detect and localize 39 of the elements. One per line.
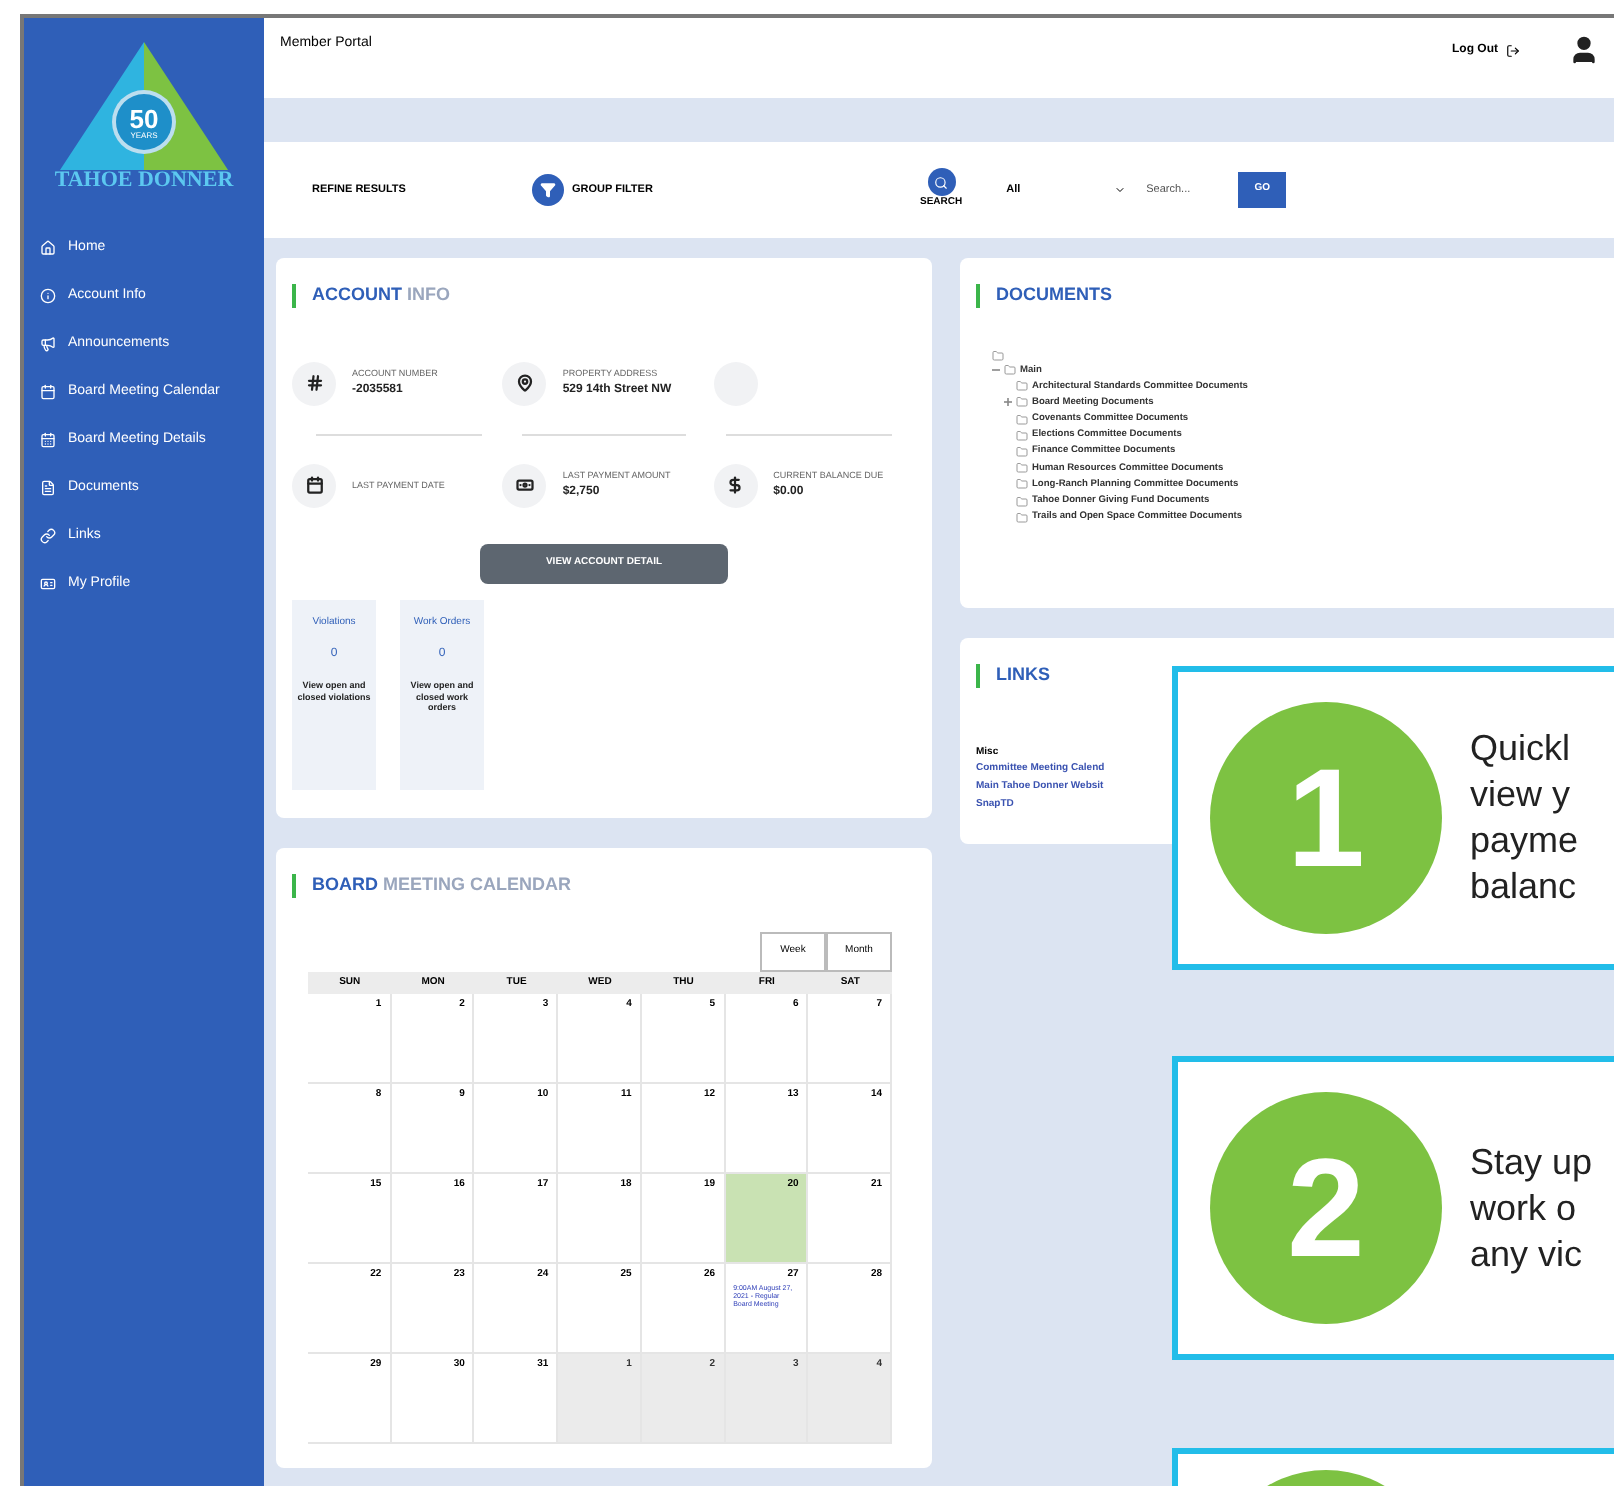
section-title: BOARD MEETING CALENDAR [312, 872, 572, 898]
folder-icon [1016, 380, 1028, 393]
user-icon[interactable] [1568, 34, 1600, 66]
megaphone-icon [40, 336, 56, 352]
info-icon [40, 288, 56, 304]
home-icon [40, 240, 56, 256]
calendar-icon [40, 384, 56, 400]
calendar-icon [40, 432, 56, 448]
folder-icon [1016, 446, 1028, 459]
folder-icon [992, 349, 1004, 361]
step-number-badge: 2 [1210, 1092, 1442, 1324]
folder-icon [1016, 396, 1028, 409]
filter-icon [540, 182, 556, 198]
link-icon [40, 528, 56, 544]
plus-icon[interactable] [1004, 398, 1012, 407]
folder-icon [1016, 511, 1028, 524]
callout-text: Quickl view y payme balanc [1470, 726, 1579, 910]
id-card-icon [40, 576, 56, 592]
step-number-badge: 1 [1210, 702, 1442, 934]
section-title: ACCOUNT INFO [312, 282, 451, 308]
section-title: DOCUMENTS [996, 282, 1112, 308]
logo-text: TAHOE DONNER [54, 170, 234, 192]
logout-icon [1506, 43, 1520, 57]
hash-icon [292, 361, 336, 405]
chevron-down-icon [1114, 184, 1127, 196]
banknote-icon [502, 463, 547, 507]
search-icon [934, 175, 949, 190]
section-title: LINKS [996, 662, 1050, 688]
folder-icon [1016, 462, 1028, 475]
dollar-icon [713, 463, 758, 507]
folder-icon [1004, 364, 1016, 377]
folder-icon [1016, 478, 1028, 491]
folder-icon [1016, 495, 1028, 508]
map-pin-icon [502, 361, 547, 405]
calendar-icon [292, 463, 336, 507]
folder-icon [1016, 429, 1028, 442]
document-icon [40, 480, 56, 496]
folder-icon [1016, 413, 1028, 426]
callout-text: Stay up work o any vic [1470, 1139, 1593, 1277]
